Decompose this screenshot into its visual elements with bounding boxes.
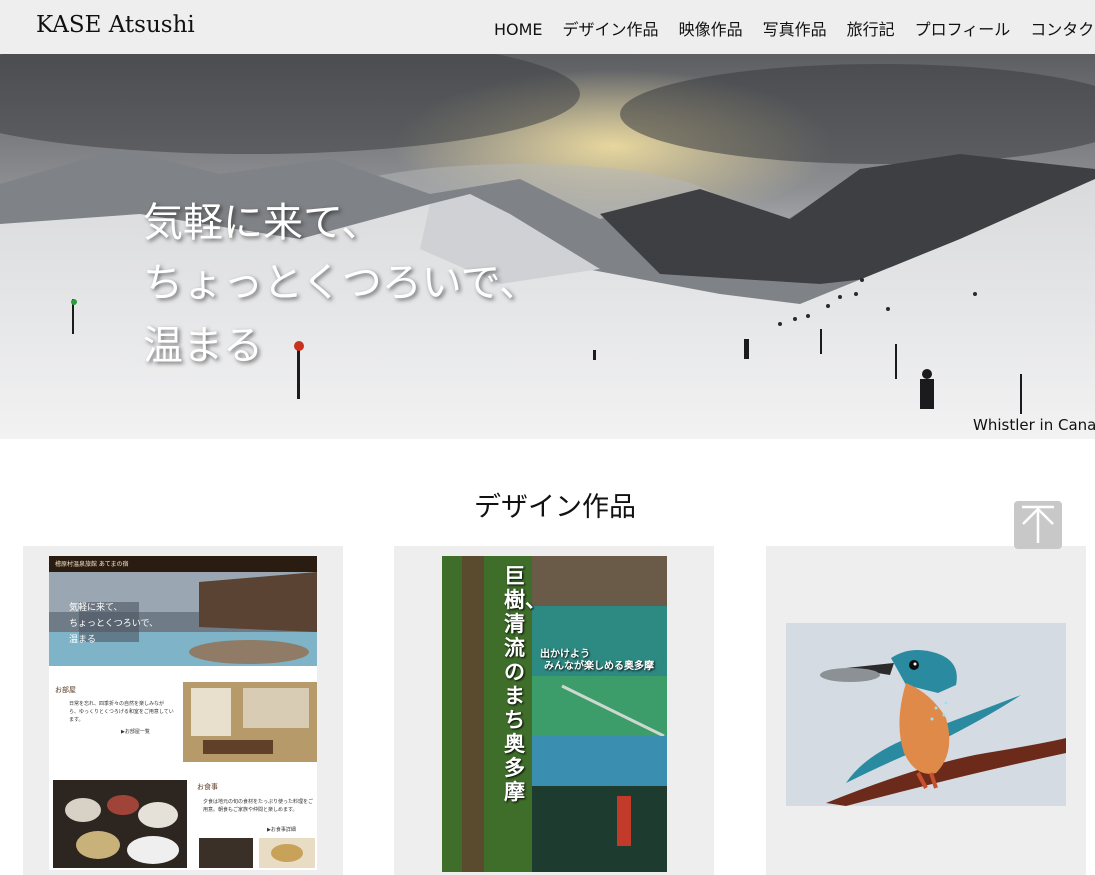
poster-subtitle-2: みんなが楽しめる奥多摩: [544, 661, 654, 672]
mockup-meal-link: ▶お食事詳細: [267, 827, 296, 833]
design-work-card-poster[interactable]: 巨樹、清流のまち 奥多摩 出かけよう みんなが楽しめる奥多摩: [394, 546, 714, 875]
mockup-brand: 檜原村温泉旅館 あてまの宿: [55, 561, 129, 568]
hero-tagline-line-2: ちょっとくつろいで、: [143, 260, 539, 306]
kingfisher-illustration: [786, 623, 1066, 806]
design-work-card-illustration[interactable]: [766, 546, 1086, 875]
nav-contact[interactable]: コンタクト: [1030, 18, 1095, 42]
mockup-hero-image: 気軽に来て、 ちょっとくつろいで、 温まる: [49, 572, 317, 666]
hero-tagline-line-3: 温まる: [143, 323, 263, 369]
nav-travelogue[interactable]: 旅行記: [847, 18, 895, 42]
section-title: デザイン作品: [474, 492, 636, 523]
mockup-hero-line-1: 気軽に来て、: [69, 603, 123, 613]
mockup-hero-line-2: ちょっとくつろいで、: [69, 619, 159, 629]
mockup-dish-thumbnails: [199, 838, 315, 868]
website-mockup-image: 檜原村温泉旅館 あてまの宿 気軽に来て、 ちょっとくつろいで、 温まる お部屋 …: [49, 556, 317, 870]
mockup-meal-text: 夕食は地元の旬の食材をたっぷり使った料理をご用意。朝食もご家族や仲間と楽しめます…: [203, 799, 314, 813]
nav-photo-works[interactable]: 写真作品: [763, 18, 827, 42]
arrow-up-icon: [1022, 505, 1054, 543]
hero-photo-caption: Whistler in Canada: [973, 416, 1095, 434]
mockup-room-photo: [183, 682, 317, 762]
mockup-meal-heading: お食事: [197, 783, 218, 791]
okutama-poster-image: 巨樹、清流のまち 奥多摩 出かけよう みんなが楽しめる奥多摩: [442, 556, 667, 872]
design-work-card-website[interactable]: 檜原村温泉旅館 あてまの宿 気軽に来て、 ちょっとくつろいで、 温まる お部屋 …: [23, 546, 343, 875]
mockup-meal-photo: [53, 780, 187, 868]
hero-tagline-line-1: 気軽に来て、: [143, 200, 381, 246]
mockup-room-link: ▶お部屋一覧: [121, 729, 150, 735]
nav-design-works[interactable]: デザイン作品: [563, 18, 659, 42]
mockup-room-text: 日常を忘れ、四季折々の自然を楽しみながら、ゆっくりとくつろげる和室をご用意してい…: [69, 701, 174, 723]
nav-video-works[interactable]: 映像作品: [679, 18, 743, 42]
site-header: KASE Atsushi HOME デザイン作品 映像作品 写真作品 旅行記 プ…: [0, 0, 1095, 54]
mockup-hero-line-3: 温まる: [69, 635, 97, 645]
site-logo[interactable]: KASE Atsushi: [36, 12, 195, 38]
poster-title: 巨樹、清流のまち 奥多摩: [504, 563, 546, 804]
main-nav: HOME デザイン作品 映像作品 写真作品 旅行記 プロフィール コンタクト: [494, 18, 1095, 42]
hero-banner: 気軽に来て、 ちょっとくつろいで、 温まる Whistler in Canada: [0, 54, 1095, 439]
nav-home[interactable]: HOME: [494, 18, 543, 42]
mockup-header-bar: 檜原村温泉旅館 あてまの宿: [49, 556, 317, 572]
nav-profile[interactable]: プロフィール: [915, 18, 1011, 42]
mockup-room-heading: お部屋: [55, 686, 76, 694]
scroll-to-top-button[interactable]: [1014, 501, 1062, 549]
